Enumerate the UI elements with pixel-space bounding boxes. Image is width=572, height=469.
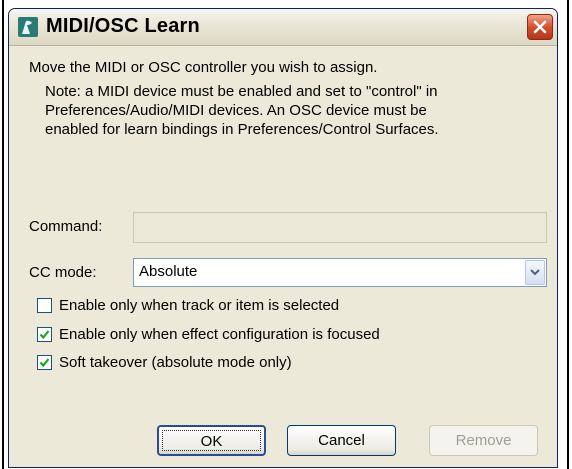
window-title: MIDI/OSC Learn xyxy=(46,15,200,37)
close-button[interactable] xyxy=(527,14,553,40)
note-line: Preferences/Audio/MIDI devices. An OSC d… xyxy=(45,102,427,119)
focus-rectangle xyxy=(162,430,261,451)
checkbox-box[interactable] xyxy=(37,327,52,342)
title-bar[interactable]: MIDI/OSC Learn xyxy=(9,9,557,46)
command-field xyxy=(133,212,547,243)
command-label: Command: xyxy=(29,218,103,235)
checkbox-box[interactable] xyxy=(37,298,52,313)
cc-mode-dropdown[interactable]: Absolute xyxy=(133,258,547,287)
cc-mode-label: CC mode: xyxy=(29,264,97,281)
checkbox-box[interactable] xyxy=(37,355,52,370)
ok-button[interactable]: OK xyxy=(157,425,266,456)
checkbox-label: Enable only when track or item is select… xyxy=(59,297,340,314)
reaper-icon xyxy=(18,17,38,37)
dialog-content: Move the MIDI or OSC controller you wish… xyxy=(9,46,557,467)
checkmark-icon xyxy=(39,358,50,368)
checkbox-label: Soft takeover (absolute mode only) xyxy=(59,354,292,371)
note-line: Note: a MIDI device must be enabled and … xyxy=(45,83,438,100)
close-x-icon xyxy=(533,20,547,34)
midi-osc-learn-dialog: MIDI/OSC Learn Move the MIDI or OSC cont… xyxy=(8,8,558,468)
checkmark-icon xyxy=(39,330,50,340)
note-text: Note: a MIDI device must be enabled and … xyxy=(45,82,545,139)
instruction-text: Move the MIDI or OSC controller you wish… xyxy=(29,59,378,76)
checkbox-label: Enable only when effect configuration is… xyxy=(59,326,380,343)
dropdown-arrow-button[interactable] xyxy=(525,260,545,285)
chevron-down-icon xyxy=(530,269,540,276)
cancel-button[interactable]: Cancel xyxy=(287,425,396,456)
cc-mode-value: Absolute xyxy=(139,263,198,280)
remove-button: Remove xyxy=(429,425,538,456)
note-line: enabled for learn bindings in Preference… xyxy=(45,121,439,138)
